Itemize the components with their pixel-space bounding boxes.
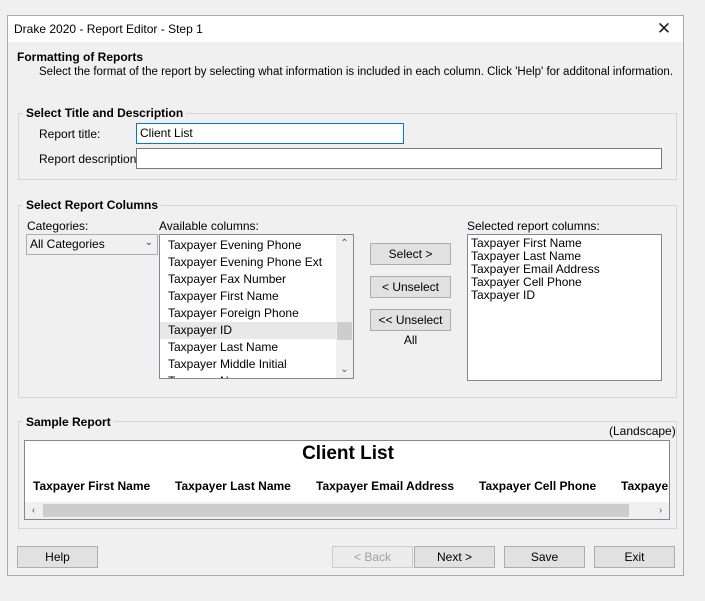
selected-column-item[interactable]: Taxpayer ID [468, 289, 661, 302]
report-title-input[interactable]: Client List [136, 123, 404, 144]
scroll-down-icon[interactable]: ⌄ [336, 361, 353, 378]
chevron-down-icon: ⌄ [144, 237, 153, 248]
close-icon[interactable]: ✕ [651, 17, 677, 41]
report-columns-group-label: Select Report Columns [23, 198, 162, 212]
sample-report-group-label: Sample Report [23, 415, 114, 429]
exit-button[interactable]: Exit [594, 546, 675, 568]
title-bar: Drake 2020 - Report Editor - Step 1 ✕ [8, 16, 683, 42]
selected-columns-items: Taxpayer First Name Taxpayer Last Name Tax… [468, 235, 661, 302]
available-column-item[interactable]: Taxpayer ID [160, 322, 353, 339]
back-button[interactable]: < Back [332, 546, 413, 568]
available-column-item[interactable]: Taxpayer Fax Number [160, 271, 353, 288]
sample-column-header: Taxpayer Email Address [316, 479, 455, 493]
categories-dropdown[interactable]: All Categories ⌄ [26, 234, 158, 255]
categories-value: All Categories [30, 237, 105, 251]
section-heading: Formatting of Reports [17, 50, 143, 64]
orientation-label: (Landscape) [609, 424, 676, 438]
available-columns-label: Available columns: [159, 219, 259, 233]
scroll-right-icon[interactable]: › [652, 502, 669, 519]
sample-column-header: Taxpayer First Name [33, 479, 151, 493]
report-description-input[interactable] [136, 148, 662, 169]
horizontal-scroll-thumb[interactable] [43, 504, 629, 517]
available-column-item[interactable]: Taxpayer Evening Phone [160, 237, 353, 254]
sample-column-header: Taxpayer Last Name [175, 479, 291, 493]
available-column-item[interactable]: Taxpayer First Name [160, 288, 353, 305]
scroll-thumb[interactable] [337, 322, 352, 340]
report-description-label: Report description: [39, 152, 140, 166]
select-button[interactable]: Select > [370, 243, 451, 265]
available-column-item[interactable]: Taxpayer N... [160, 373, 353, 378]
scroll-up-icon[interactable]: ⌃ [336, 235, 353, 252]
sample-column-header: Taxpaye [621, 479, 669, 493]
sample-horizontal-scrollbar[interactable]: ‹ › [25, 502, 669, 519]
available-column-item[interactable]: Taxpayer Evening Phone Ext [160, 254, 353, 271]
selected-columns-list[interactable]: Taxpayer First Name Taxpayer Last Name Tax… [467, 234, 662, 381]
available-column-item[interactable]: Taxpayer Foreign Phone [160, 305, 353, 322]
report-title-label: Report title: [39, 127, 101, 141]
sample-report-title: Client List [302, 443, 394, 464]
available-columns-scrollbar[interactable]: ⌃ ⌄ [336, 235, 353, 378]
available-column-item[interactable]: Taxpayer Last Name [160, 339, 353, 356]
help-button[interactable]: Help [17, 546, 98, 568]
unselect-all-button[interactable]: << Unselect All [370, 309, 451, 347]
next-button[interactable]: Next > [414, 546, 495, 568]
unselect-button[interactable]: < Unselect [370, 276, 451, 298]
window-title: Drake 2020 - Report Editor - Step 1 [14, 22, 203, 36]
sample-report-preview: Client List Taxpayer First Name Taxpayer… [24, 440, 670, 520]
available-column-item[interactable]: Taxpayer Middle Initial [160, 356, 353, 373]
available-columns-list[interactable]: Taxpayer Evening Phone Taxpayer Evening P… [159, 234, 354, 379]
save-button[interactable]: Save [504, 546, 585, 568]
selected-columns-label: Selected report columns: [467, 219, 600, 233]
sample-column-header: Taxpayer Cell Phone [479, 479, 597, 493]
title-description-group-label: Select Title and Description [23, 106, 187, 120]
categories-label: Categories: [27, 219, 89, 233]
instructions-text: Select the format of the report by selec… [39, 66, 674, 78]
report-editor-window: Drake 2020 - Report Editor - Step 1 ✕ Fo… [7, 15, 684, 576]
scroll-left-icon[interactable]: ‹ [25, 502, 42, 519]
available-columns-items: Taxpayer Evening Phone Taxpayer Evening P… [160, 235, 353, 378]
